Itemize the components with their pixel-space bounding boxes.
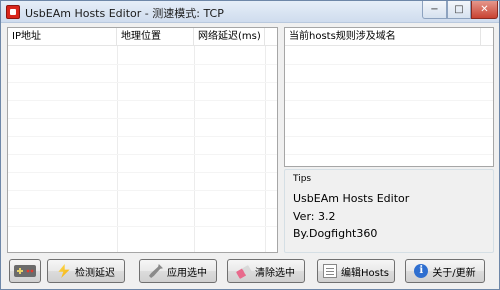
tips-app-name: UsbEAm Hosts Editor (293, 192, 410, 205)
row-divider (8, 82, 277, 83)
main-window: UsbEAm Hosts Editor - 测速模式: TCP − □ ✕ IP… (0, 0, 500, 290)
column-divider (265, 46, 266, 252)
row-divider (8, 118, 277, 119)
wrench-icon (149, 264, 163, 278)
row-divider (285, 118, 493, 119)
column-header-latency[interactable]: 网络延迟(ms) (194, 28, 265, 46)
about-update-label: 关于/更新 (432, 267, 476, 279)
info-icon: i (414, 264, 429, 278)
ip-list[interactable]: IP地址 地理位置 网络延迟(ms) (7, 27, 278, 253)
edit-hosts-button[interactable]: 编辑Hosts (317, 259, 395, 283)
close-button[interactable]: ✕ (471, 1, 498, 19)
row-divider (285, 100, 493, 101)
row-divider (8, 208, 277, 209)
check-latency-label: 检测延迟 (75, 267, 115, 279)
column-header-ip[interactable]: IP地址 (8, 28, 117, 46)
minimize-button[interactable]: − (422, 1, 447, 19)
edit-hosts-label: 编辑Hosts (341, 267, 389, 279)
row-divider (8, 64, 277, 65)
row-divider (8, 100, 277, 101)
apply-selected-button[interactable]: 应用选中 (139, 259, 217, 283)
row-divider (285, 154, 493, 155)
clear-selected-label: 清除选中 (255, 267, 295, 279)
column-header-filler (265, 28, 277, 46)
domain-list[interactable]: 当前hosts规则涉及域名 (284, 27, 494, 167)
row-divider (285, 64, 493, 65)
row-divider (285, 136, 493, 137)
add-row-button[interactable] (9, 259, 41, 283)
row-divider (285, 82, 493, 83)
row-divider (8, 136, 277, 137)
maximize-button[interactable]: □ (447, 1, 471, 19)
tips-author: By.Dogfight360 (293, 227, 378, 240)
window-title: UsbEAm Hosts Editor - 测速模式: TCP (25, 7, 224, 20)
domain-list-header: 当前hosts规则涉及域名 (285, 28, 493, 46)
lightning-icon (58, 264, 70, 278)
about-update-button[interactable]: i 关于/更新 (405, 259, 485, 283)
column-divider (194, 46, 195, 252)
add-row-icon (14, 265, 36, 277)
row-divider (8, 154, 277, 155)
row-divider (8, 172, 277, 173)
column-header-domains[interactable]: 当前hosts规则涉及域名 (285, 28, 481, 46)
row-divider (8, 226, 277, 227)
column-divider (117, 46, 118, 252)
app-icon (6, 5, 20, 19)
document-icon (323, 264, 337, 278)
apply-selected-label: 应用选中 (167, 267, 207, 279)
tips-version: Ver: 3.2 (293, 210, 336, 223)
tips-group: Tips UsbEAm Hosts Editor Ver: 3.2 By.Dog… (284, 169, 494, 253)
ip-list-header: IP地址 地理位置 网络延迟(ms) (8, 28, 277, 46)
eraser-icon (235, 265, 253, 279)
row-divider (8, 190, 277, 191)
tips-title: Tips (291, 174, 314, 184)
check-latency-button[interactable]: 检测延迟 (47, 259, 125, 283)
title-bar[interactable]: UsbEAm Hosts Editor - 测速模式: TCP − □ ✕ (1, 1, 499, 23)
column-header-location[interactable]: 地理位置 (117, 28, 194, 46)
clear-selected-button[interactable]: 清除选中 (227, 259, 305, 283)
